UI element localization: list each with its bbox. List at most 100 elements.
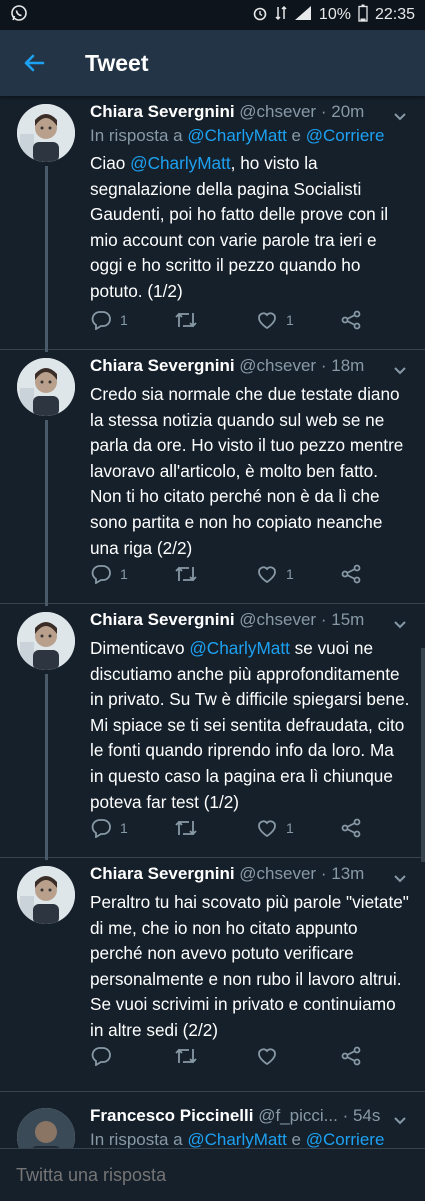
status-bar: 10% 22:35: [0, 0, 425, 30]
tweet-time: 13m: [331, 864, 365, 883]
reply-icon: [91, 819, 111, 838]
author-name[interactable]: Chiara Severgnini: [90, 356, 235, 375]
thread-connector: [45, 166, 48, 352]
signal-icon: [294, 5, 312, 26]
reply-count: 1: [120, 820, 128, 836]
retweet-icon: [175, 820, 197, 836]
reply-count: 1: [120, 312, 128, 328]
retweet-icon: [175, 1048, 197, 1064]
share-button[interactable]: [340, 564, 362, 584]
chevron-down-icon[interactable]: [393, 871, 407, 889]
avatar[interactable]: [17, 866, 75, 924]
retweet-icon: [175, 312, 197, 328]
reply-input[interactable]: [14, 1163, 250, 1187]
avatar[interactable]: [17, 612, 75, 670]
reply-icon: [91, 311, 111, 330]
like-count: 1: [286, 566, 294, 582]
retweet-button[interactable]: [174, 1046, 198, 1066]
mention-link[interactable]: @CharlyMatt: [187, 1130, 286, 1149]
heart-icon: [258, 566, 276, 584]
like-button[interactable]: [256, 1046, 278, 1066]
retweet-button[interactable]: [174, 818, 198, 838]
tweet[interactable]: Francesco Piccinelli @f_picci... · 54s I…: [0, 1100, 425, 1150]
reply-button[interactable]: [90, 1046, 112, 1066]
chevron-down-icon[interactable]: [393, 1113, 407, 1131]
reply-context: In risposta a @CharlyMatt e @Corriere: [90, 1130, 385, 1149]
author-name[interactable]: Chiara Severgnini: [90, 102, 235, 121]
avatar[interactable]: [17, 1108, 75, 1150]
heart-icon: [258, 1048, 276, 1066]
chevron-down-icon[interactable]: [393, 617, 407, 635]
tweet-text: Dimenticavo @CharlyMatt se vuoi ne discu…: [90, 638, 410, 812]
mention-link[interactable]: @CharlyMatt: [189, 638, 290, 658]
heart-icon: [258, 820, 276, 838]
author-name[interactable]: Chiara Severgnini: [90, 864, 235, 883]
share-icon: [341, 818, 361, 838]
reply-context: In risposta a @CharlyMatt e @Corriere: [90, 126, 385, 145]
tweet-thread: Chiara Severgnini @chsever · 20m In risp…: [0, 96, 425, 1092]
like-button[interactable]: 1: [256, 564, 294, 584]
thread-connector: [45, 674, 48, 860]
share-icon: [341, 310, 361, 330]
tweet[interactable]: Chiara Severgnini @chsever · 20m In risp…: [0, 96, 425, 352]
reply-icon: [91, 1047, 111, 1066]
battery-level: 10%: [318, 6, 351, 23]
back-button[interactable]: [17, 46, 51, 80]
avatar[interactable]: [17, 104, 75, 162]
retweet-icon: [175, 566, 197, 582]
share-icon: [341, 564, 361, 584]
author-handle[interactable]: @chsever: [239, 102, 316, 121]
tweet-time: 18m: [331, 356, 365, 375]
author-handle[interactable]: @chsever: [239, 356, 316, 375]
reply-button[interactable]: 1: [90, 818, 128, 838]
whatsapp-icon: [10, 4, 28, 27]
chevron-down-icon[interactable]: [393, 109, 407, 127]
tweet-text: Ciao @CharlyMatt, ho visto la segnalazio…: [90, 153, 389, 301]
author-handle[interactable]: @chsever: [239, 864, 316, 883]
tweet-time: 15m: [331, 610, 365, 629]
mention-link[interactable]: @Corriere: [306, 126, 385, 145]
author-name[interactable]: Francesco Piccinelli: [90, 1106, 253, 1125]
mention-link[interactable]: @Corriere: [306, 1130, 385, 1149]
author-handle[interactable]: @chsever: [239, 610, 316, 629]
reply-button[interactable]: 1: [90, 564, 128, 584]
tweet-text: Peraltro tu hai scovato più parole "viet…: [90, 892, 409, 1040]
author-name[interactable]: Chiara Severgnini: [90, 610, 235, 629]
share-button[interactable]: [340, 310, 362, 330]
mention-link[interactable]: @CharlyMatt: [130, 153, 231, 173]
thread-connector: [45, 420, 48, 606]
tweet[interactable]: Chiara Severgnini @chsever · 18m Credo s…: [0, 350, 425, 606]
tweet-time: 54s: [352, 1106, 381, 1125]
reply-composer: [0, 1148, 425, 1201]
like-count: 1: [286, 820, 294, 836]
avatar[interactable]: [17, 358, 75, 416]
page-title: Tweet: [85, 49, 149, 76]
tweet-actions: 1 1: [90, 818, 390, 842]
tweet[interactable]: Chiara Severgnini @chsever · 15m Dimenti…: [0, 604, 425, 860]
retweet-button[interactable]: [174, 310, 198, 330]
back-arrow-icon: [24, 54, 45, 72]
retweet-button[interactable]: [174, 564, 198, 584]
tweet-actions: 1 1: [90, 310, 390, 334]
like-count: 1: [286, 312, 294, 328]
tweet-time: 20m: [331, 102, 365, 121]
share-button[interactable]: [340, 818, 362, 838]
heart-icon: [258, 312, 276, 330]
author-handle[interactable]: @f_picci...: [258, 1106, 338, 1125]
alarm-icon: [252, 5, 268, 26]
mention-link[interactable]: @CharlyMatt: [187, 126, 286, 145]
reply-count: 1: [120, 566, 128, 582]
chevron-down-icon[interactable]: [393, 363, 407, 381]
tweet[interactable]: Chiara Severgnini @chsever · 13m Peraltr…: [0, 858, 425, 1092]
like-button[interactable]: 1: [256, 818, 294, 838]
tweet-text: Credo sia normale che due testate diano …: [90, 384, 404, 558]
tweet-actions: [90, 1046, 390, 1070]
data-arrows-icon: [275, 5, 287, 26]
tweet-actions: 1 1: [90, 564, 390, 588]
reply-icon: [91, 565, 111, 584]
clock: 22:35: [374, 6, 415, 23]
share-button[interactable]: [340, 1046, 362, 1066]
app-bar: Tweet: [0, 30, 425, 96]
reply-button[interactable]: 1: [90, 310, 128, 330]
like-button[interactable]: 1: [256, 310, 294, 330]
